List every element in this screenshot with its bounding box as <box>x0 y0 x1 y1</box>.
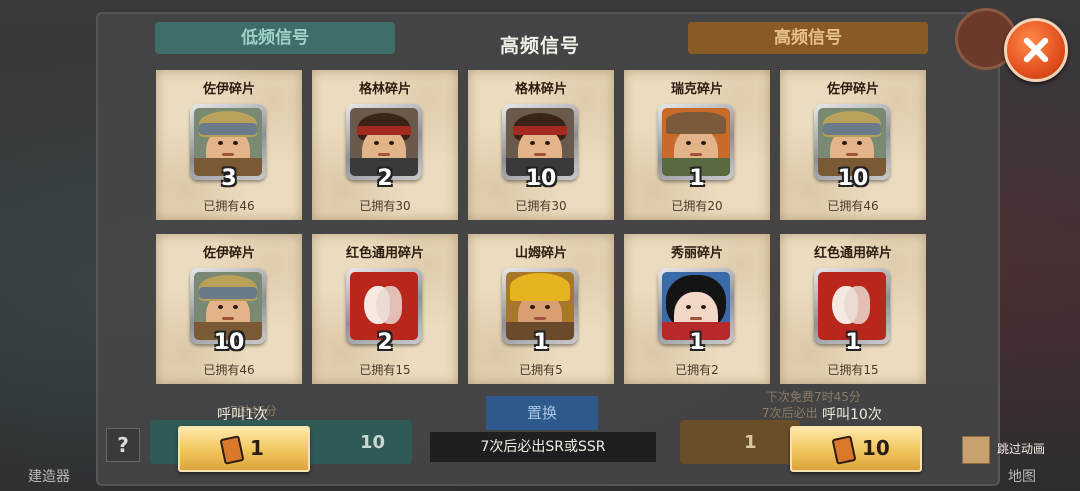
reward-card: 红色通用碎片 1 已拥有15 <box>780 234 926 384</box>
card-owned: 已拥有20 <box>671 199 723 213</box>
reward-card: 瑞克碎片 1 已拥有20 <box>624 70 770 220</box>
card-owned: 已拥有30 <box>515 199 567 213</box>
bg-left-count: 10 <box>360 432 386 453</box>
bg-builder-label: 建造器 <box>28 469 70 485</box>
card-count: 10 <box>213 330 245 355</box>
phone-ticket-icon <box>219 435 245 465</box>
card-owned: 已拥有46 <box>827 199 879 213</box>
reward-card: 佐伊碎片 3 已拥有46 <box>156 70 302 220</box>
call-once-label: 呼叫1次 <box>217 407 268 423</box>
bg-replace-button: 置换 <box>486 396 598 430</box>
bg-map-label: 地图 <box>1008 469 1036 485</box>
dialog-title: 高频信号 <box>499 35 580 57</box>
card-count: 2 <box>377 330 393 355</box>
card-owned: 已拥有46 <box>203 363 255 377</box>
card-owned: 已拥有2 <box>675 363 719 377</box>
card-name: 佐伊碎片 <box>202 82 255 97</box>
reward-card: 秀丽碎片 1 已拥有2 <box>624 234 770 384</box>
card-name: 格林碎片 <box>358 82 411 97</box>
card-name: 格林碎片 <box>514 82 567 97</box>
bg-call-button-right <box>680 420 800 464</box>
reward-card: 山姆碎片 1 已拥有5 <box>468 234 614 384</box>
card-owned: 已拥有30 <box>359 199 411 213</box>
bg-right-count: 1 <box>744 432 757 453</box>
card-owned: 已拥有46 <box>203 199 255 213</box>
skip-animation-label[interactable]: 跳过动画 <box>997 440 1045 457</box>
reward-card: 格林碎片 10 已拥有30 <box>468 70 614 220</box>
call-ten-button[interactable]: 10 <box>790 426 922 472</box>
card-count: 2 <box>377 166 393 191</box>
close-button[interactable] <box>1004 18 1068 82</box>
card-name: 瑞克碎片 <box>670 82 723 97</box>
phone-ticket-icon <box>831 435 857 465</box>
reward-card: 红色通用碎片 2 已拥有15 <box>312 234 458 384</box>
call-ten-label: 呼叫10次 <box>822 407 882 423</box>
card-name: 佐伊碎片 <box>826 82 879 97</box>
reward-card: 佐伊碎片 10 已拥有46 <box>156 234 302 384</box>
card-name: 佐伊碎片 <box>202 246 255 261</box>
reward-card: 佐伊碎片 10 已拥有46 <box>780 70 926 220</box>
card-count: 3 <box>221 166 237 191</box>
help-icon[interactable]: ? <box>106 428 140 462</box>
card-count: 1 <box>533 330 549 355</box>
card-owned: 已拥有15 <box>827 363 879 377</box>
call-once-button[interactable]: 1 <box>178 426 310 472</box>
card-name: 红色通用碎片 <box>813 246 892 261</box>
card-name: 秀丽碎片 <box>670 246 723 261</box>
reward-card-grid: 佐伊碎片 3 已拥有46 格林碎片 2 已拥有30 格林碎片 10 已拥有30 瑞克碎片 1 已拥有2… <box>156 70 926 384</box>
guarantee-notice: 7次后必出SR或SSR <box>430 432 656 462</box>
call-once-cost: 1 <box>250 436 264 460</box>
call-ten-cost: 10 <box>862 436 890 460</box>
skip-animation-checkbox[interactable] <box>962 436 990 464</box>
card-name: 红色通用碎片 <box>345 246 424 261</box>
bg-guarantee-short: 7次后必出 <box>762 406 818 420</box>
reward-card: 格林碎片 2 已拥有30 <box>312 70 458 220</box>
card-count: 1 <box>689 330 705 355</box>
card-name: 山姆碎片 <box>514 246 567 261</box>
card-count: 10 <box>525 166 557 191</box>
card-count: 1 <box>689 166 705 191</box>
bg-free-timer: 下次免费7时45分 <box>766 390 861 404</box>
card-count: 1 <box>845 330 861 355</box>
card-owned: 已拥有5 <box>519 363 563 377</box>
card-count: 10 <box>837 166 869 191</box>
card-owned: 已拥有15 <box>359 363 411 377</box>
